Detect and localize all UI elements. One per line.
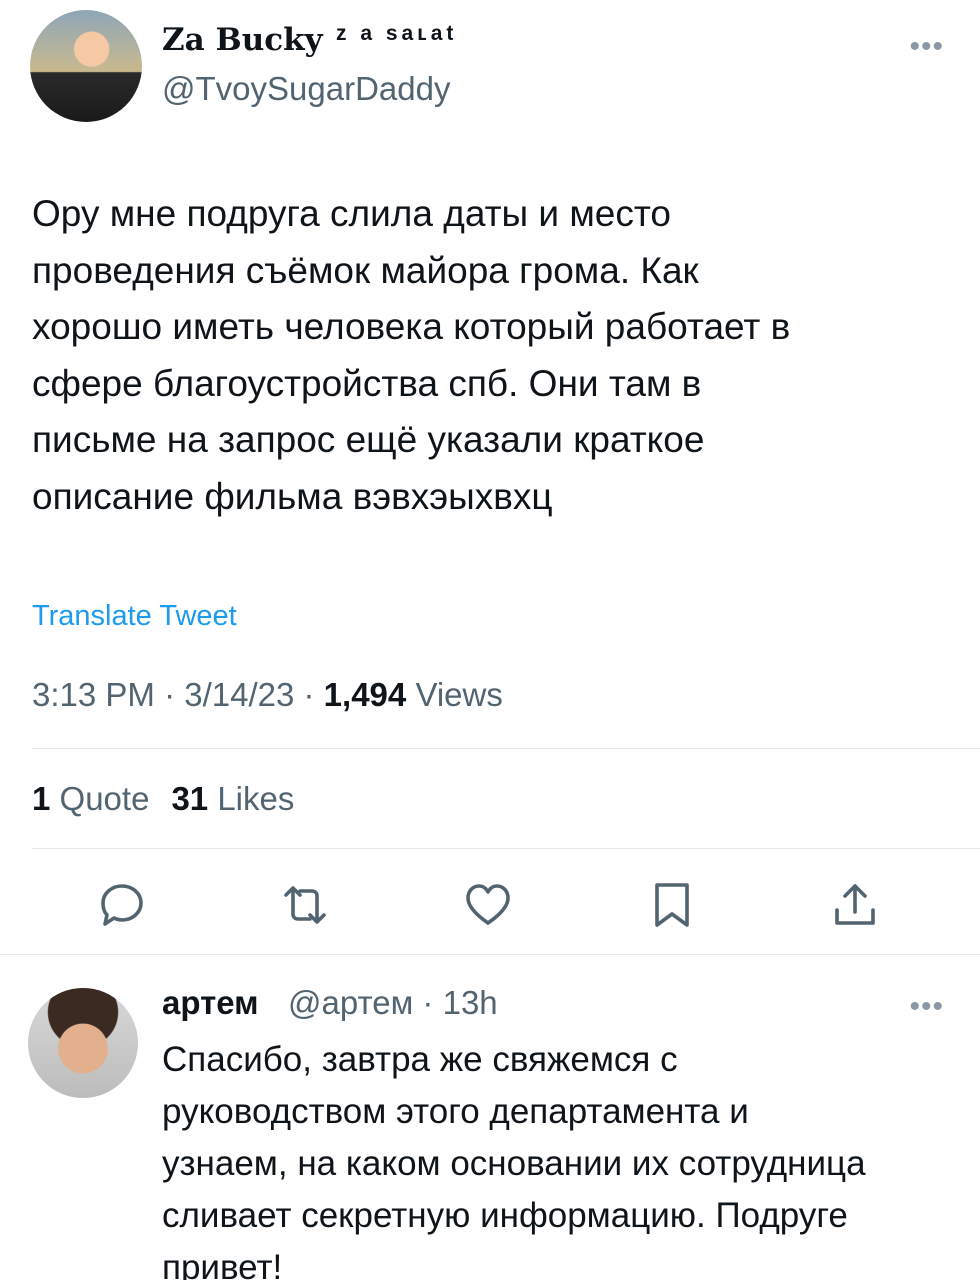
retweet-icon[interactable] <box>280 880 330 930</box>
like-icon[interactable] <box>463 880 513 930</box>
more-options-icon[interactable]: ••• <box>909 32 944 62</box>
author-handle[interactable]: @TvoySugarDaddy <box>162 70 450 108</box>
tweet-meta: 3:13 PM · 3/14/23 · 1,494 Views <box>32 676 503 713</box>
quotes-stat[interactable]: 1 Quote <box>32 780 149 817</box>
reply-icon[interactable] <box>97 880 147 930</box>
likes-label: Likes <box>217 780 295 817</box>
divider <box>32 748 980 749</box>
quotes-label: Quote <box>59 780 150 817</box>
likes-stat[interactable]: 31 Likes <box>171 780 294 817</box>
author-display-name[interactable]: Za Bucky <box>162 22 323 58</box>
divider <box>32 848 980 849</box>
tweet-time[interactable]: 3:13 PM <box>32 676 155 713</box>
translate-tweet-link[interactable]: Translate Tweet <box>32 600 237 633</box>
reply-author-name[interactable]: артем <box>162 984 259 1022</box>
reply-handle-time: @артем · 13h <box>288 984 498 1021</box>
quotes-count: 1 <box>32 780 51 817</box>
reply-author-avatar[interactable] <box>28 988 138 1098</box>
reply-more-options-icon[interactable]: ••• <box>909 992 944 1022</box>
author-avatar[interactable] <box>30 10 142 122</box>
bookmark-icon[interactable] <box>647 880 697 930</box>
divider <box>0 954 980 955</box>
tweet-date[interactable]: 3/14/23 <box>184 676 294 713</box>
likes-count: 31 <box>171 780 209 817</box>
author-name-suffix[interactable]: z a ѕaʟat <box>336 22 457 46</box>
views-label: Views <box>415 676 503 713</box>
tweet-text: Ору мне подруга слила даты и место прове… <box>32 193 791 517</box>
reply-author-handle[interactable]: @артем <box>288 984 413 1021</box>
reply-time[interactable]: 13h <box>443 984 498 1021</box>
reply-text: Спасибо, завтра же свяжемся с руководств… <box>162 1040 866 1280</box>
views-count: 1,494 <box>323 676 407 713</box>
engagement-stats: 1 Quote 31 Likes <box>32 780 294 818</box>
share-icon[interactable] <box>830 880 880 930</box>
